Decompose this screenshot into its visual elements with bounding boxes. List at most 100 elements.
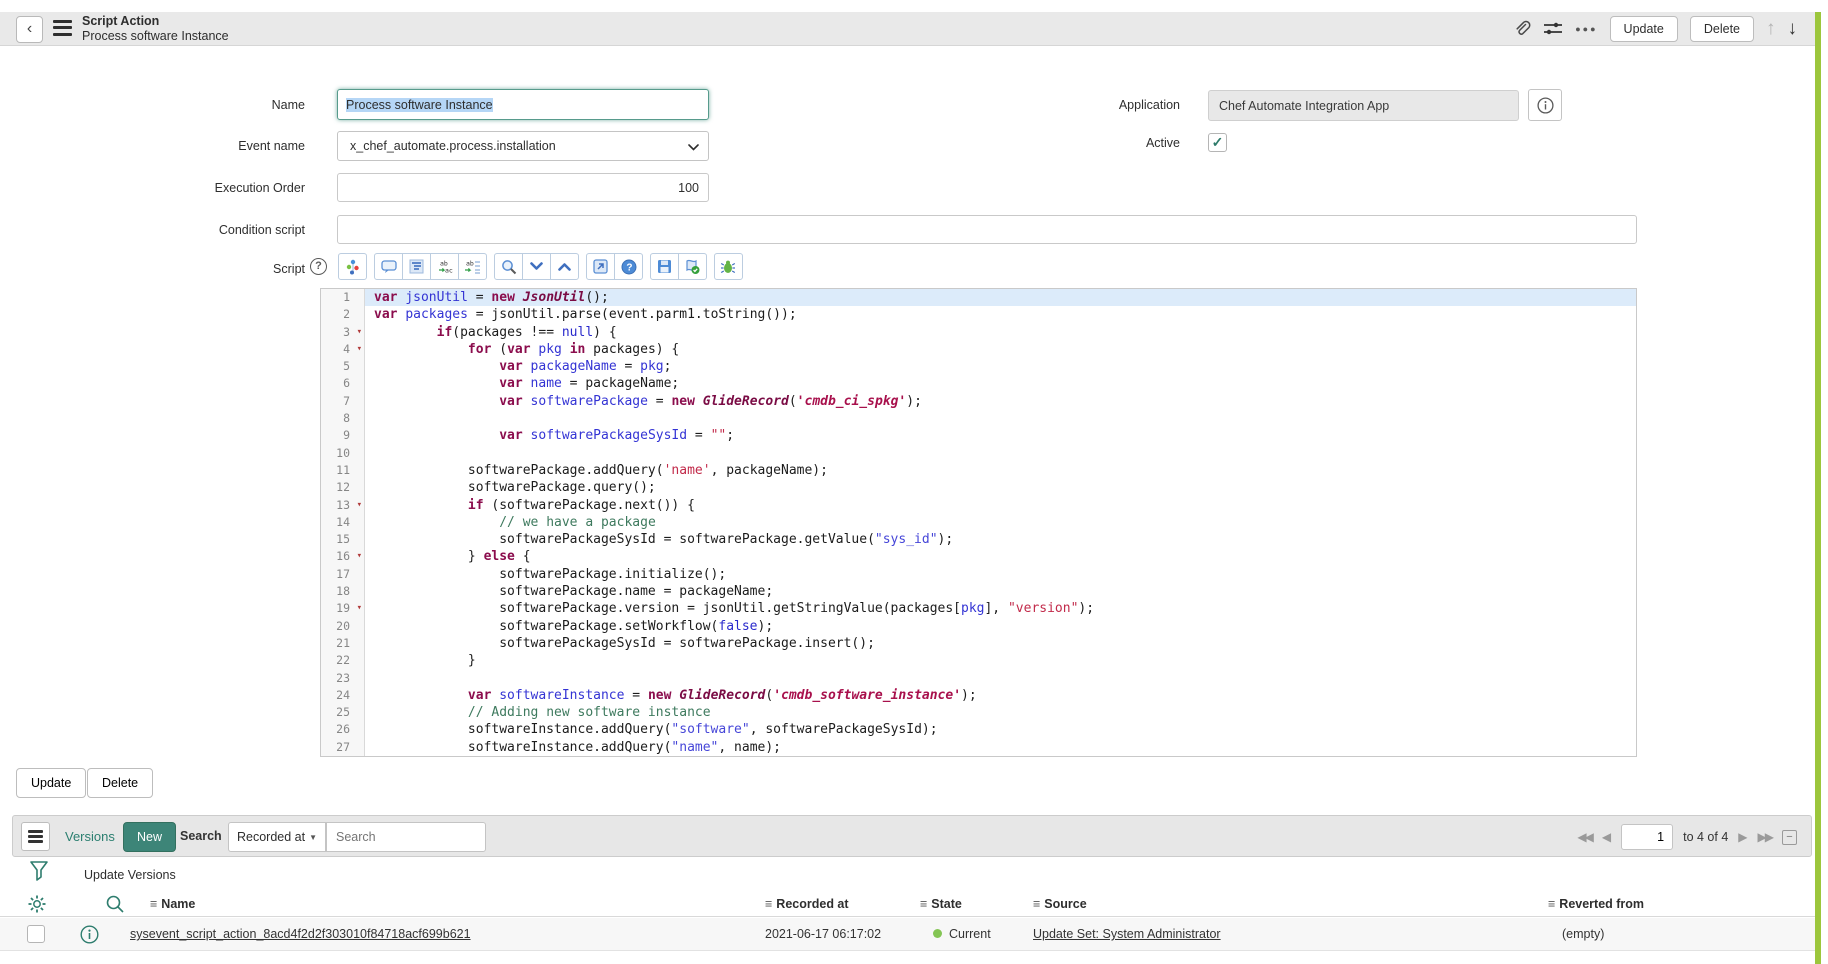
application-info-button[interactable] (1528, 89, 1562, 121)
column-menu-icon[interactable]: ≡ (1033, 897, 1040, 911)
personalize-icon[interactable] (1543, 20, 1563, 38)
fold-arrow-icon[interactable]: ▾ (357, 548, 362, 565)
fold-arrow-icon[interactable]: ▾ (357, 341, 362, 358)
row-info-icon[interactable] (80, 925, 99, 944)
save-icon[interactable] (650, 253, 679, 280)
active-checkbox[interactable]: ✓ (1208, 133, 1227, 152)
column-menu-icon[interactable]: ≡ (920, 897, 927, 911)
search-icon[interactable] (494, 253, 523, 280)
code-line[interactable]: 6 var name = packageName; (321, 375, 1636, 392)
column-menu-icon[interactable]: ≡ (150, 897, 157, 911)
column-menu-icon[interactable]: ≡ (1548, 897, 1555, 911)
debug-icon[interactable] (714, 253, 743, 280)
code-line[interactable]: 12 softwarePackage.query(); (321, 479, 1636, 496)
column-header-name[interactable]: ≡Name (150, 897, 195, 911)
column-menu-icon[interactable]: ≡ (765, 897, 772, 911)
context-menu-icon[interactable] (53, 20, 72, 37)
version-name-link[interactable]: sysevent_script_action_8acd4f2d2f303010f… (130, 927, 471, 941)
open-full-editor-icon[interactable] (586, 253, 615, 280)
minimize-list-icon[interactable]: − (1782, 830, 1797, 845)
condition-script-field[interactable] (337, 215, 1637, 244)
new-version-button[interactable]: New (123, 822, 176, 852)
footer-update-button[interactable]: Update (16, 768, 86, 798)
code-line[interactable]: 9 var softwarePackageSysId = ""; (321, 427, 1636, 444)
line-number: 27 (321, 739, 365, 756)
code-line[interactable]: 5 var packageName = pkg; (321, 358, 1636, 375)
next-page-icon[interactable]: ▶ (1738, 830, 1747, 844)
format-code-icon[interactable] (402, 253, 431, 280)
search-field-dropdown[interactable]: Recorded at ▼ (228, 822, 326, 852)
previous-record-icon[interactable]: ↑ (1766, 18, 1776, 40)
column-header-source[interactable]: ≡Source (1033, 897, 1087, 911)
page-number-input[interactable] (1621, 824, 1673, 850)
column-header-state[interactable]: ≡State (920, 897, 962, 911)
code-line[interactable]: 24 var softwareInstance = new GlideRecor… (321, 687, 1636, 704)
info-icon (1537, 97, 1554, 114)
list-header: ≡Name ≡Recorded at ≡State ≡Source ≡Rever… (0, 893, 1815, 917)
update-button[interactable]: Update (1610, 16, 1678, 42)
versions-search-input[interactable] (326, 822, 486, 852)
find-next-icon[interactable] (522, 253, 551, 280)
fold-arrow-icon[interactable]: ▾ (357, 497, 362, 514)
fold-arrow-icon[interactable]: ▾ (357, 600, 362, 617)
code-line[interactable]: 16▾ } else { (321, 548, 1636, 565)
line-number: 14 (321, 514, 365, 531)
attachment-icon[interactable] (1513, 20, 1531, 38)
list-menu-icon[interactable] (21, 822, 50, 851)
code-line[interactable]: 17 softwarePackage.initialize(); (321, 566, 1636, 583)
code-line[interactable]: 7 var softwarePackage = new GlideRecord(… (321, 393, 1636, 410)
first-page-icon[interactable]: ◀◀ (1577, 830, 1591, 844)
versions-title-link[interactable]: Versions (65, 829, 115, 844)
row-checkbox[interactable] (27, 925, 45, 943)
comment-icon[interactable] (374, 253, 403, 280)
column-header-recorded-at[interactable]: ≡Recorded at (765, 897, 849, 911)
code-line[interactable]: 3▾ if(packages !== null) { (321, 324, 1636, 341)
execution-order-field[interactable] (337, 173, 709, 202)
code-line[interactable]: 22 } (321, 652, 1636, 669)
code-line[interactable]: 11 softwarePackage.addQuery('name', pack… (321, 462, 1636, 479)
script-help-icon[interactable]: ? (310, 258, 327, 275)
code-lines: 1var jsonUtil = new JsonUtil();2var pack… (321, 289, 1636, 756)
code-line[interactable]: 20 softwarePackage.setWorkflow(false); (321, 618, 1636, 635)
footer-delete-button[interactable]: Delete (87, 768, 153, 798)
next-record-icon[interactable]: ↓ (1788, 18, 1798, 40)
list-search-icon[interactable] (105, 894, 125, 914)
event-name-select[interactable]: x_chef_automate.process.installation (337, 131, 709, 161)
versions-toolbar: Versions New Search Recorded at ▼ ◀◀ ◀ t… (12, 815, 1812, 857)
back-button[interactable]: ‹ (16, 16, 43, 43)
code-line[interactable]: 8 (321, 410, 1636, 427)
column-header-reverted-from[interactable]: ≡Reverted from (1548, 897, 1644, 911)
last-page-icon[interactable]: ▶▶ (1758, 830, 1772, 844)
code-line[interactable]: 25 // Adding new software instance (321, 704, 1636, 721)
code-line[interactable]: 27 softwareInstance.addQuery("name", nam… (321, 739, 1636, 756)
code-line[interactable]: 15 softwarePackageSysId = softwarePackag… (321, 531, 1636, 548)
source-link[interactable]: Update Set: System Administrator (1033, 927, 1221, 941)
code-line[interactable]: 13▾ if (softwarePackage.next()) { (321, 497, 1636, 514)
code-line[interactable]: 18 softwarePackage.name = packageName; (321, 583, 1636, 600)
editor-help-icon[interactable]: ? (614, 253, 643, 280)
delete-button[interactable]: Delete (1690, 16, 1754, 42)
name-field[interactable]: Process software Instance (337, 89, 709, 120)
validate-script-icon[interactable] (678, 253, 707, 280)
code-line[interactable]: 26 softwareInstance.addQuery("software",… (321, 721, 1636, 738)
filter-icon[interactable] (28, 860, 50, 886)
code-line[interactable]: 10 (321, 445, 1636, 462)
fold-arrow-icon[interactable]: ▾ (357, 324, 362, 341)
name-label: Name (75, 98, 305, 112)
previous-page-icon[interactable]: ◀ (1602, 830, 1611, 844)
gear-icon[interactable] (27, 894, 47, 914)
code-line[interactable]: 1var jsonUtil = new JsonUtil(); (321, 289, 1636, 306)
syntax-editor-icon[interactable] (338, 253, 367, 280)
code-line[interactable]: 19▾ softwarePackage.version = jsonUtil.g… (321, 600, 1636, 617)
replace-all-icon[interactable]: ab (458, 253, 487, 280)
script-editor[interactable]: 1var jsonUtil = new JsonUtil();2var pack… (320, 288, 1637, 757)
code-line[interactable]: 4▾ for (var pkg in packages) { (321, 341, 1636, 358)
find-previous-icon[interactable] (550, 253, 579, 280)
code-line[interactable]: 21 softwarePackageSysId = softwarePackag… (321, 635, 1636, 652)
more-options-icon[interactable]: ●●● (1575, 24, 1597, 34)
breadcrumb[interactable]: Update Versions (84, 868, 176, 882)
code-line[interactable]: 2var packages = jsonUtil.parse(event.par… (321, 306, 1636, 323)
replace-icon[interactable]: abac (430, 253, 459, 280)
code-line[interactable]: 23 (321, 670, 1636, 687)
code-line[interactable]: 14 // we have a package (321, 514, 1636, 531)
